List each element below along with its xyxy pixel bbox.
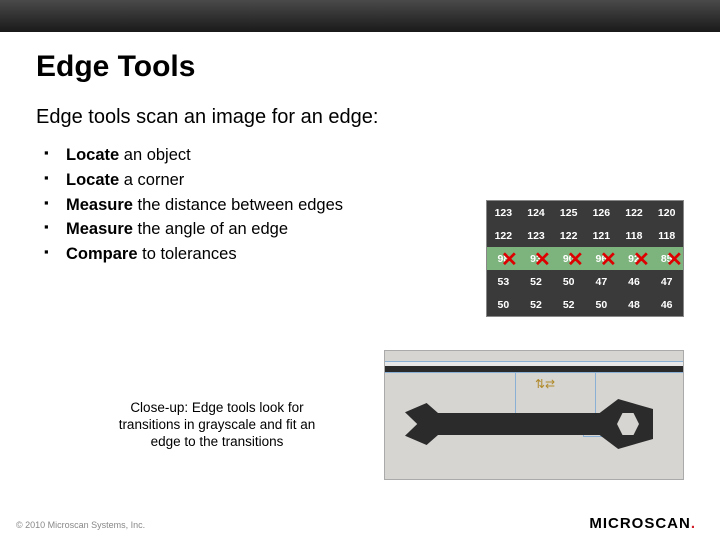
edge-scan-strip <box>385 361 683 373</box>
slide-body: Edge Tools Edge tools scan an image for … <box>0 32 720 540</box>
bullet-bold: Compare <box>66 245 138 263</box>
grid-cell: 121 <box>585 224 618 247</box>
grid-cell: 92 <box>618 247 651 270</box>
brand-dot: . <box>691 515 696 532</box>
bullet-rest: a corner <box>119 171 184 189</box>
grid-cell: 46 <box>618 270 651 293</box>
bullet-bold: Measure <box>66 196 133 214</box>
brand-logo: MICROSCAN. <box>589 515 696 532</box>
grid-cell: 52 <box>520 270 553 293</box>
grid-cell: 48 <box>618 293 651 316</box>
grid-cell: 85 <box>650 247 683 270</box>
wrench-image: ⇅⇄ <box>384 350 684 480</box>
grid-cell: 93 <box>520 247 553 270</box>
grid-cell: 122 <box>618 201 651 224</box>
slide-title: Edge Tools <box>36 50 684 84</box>
grid-cell: 124 <box>520 201 553 224</box>
grid-cell: 52 <box>552 293 585 316</box>
grid-cell: 118 <box>618 224 651 247</box>
grid-cell: 50 <box>487 293 520 316</box>
title-bar <box>0 0 720 32</box>
slide-subtitle: Edge tools scan an image for an edge: <box>36 106 684 129</box>
bullet-bold: Locate <box>66 171 119 189</box>
grid-cell: 96 <box>585 247 618 270</box>
grid-cell: 50 <box>552 270 585 293</box>
grid-cell: 52 <box>520 293 553 316</box>
bullet-rest: to tolerances <box>138 245 237 263</box>
grid-cell: 46 <box>650 293 683 316</box>
grid-cell: 90 <box>552 247 585 270</box>
grid-cell: 47 <box>650 270 683 293</box>
grid-cell: 125 <box>552 201 585 224</box>
bullet-rest: an object <box>119 146 191 164</box>
grid-cell: 50 <box>585 293 618 316</box>
grid-cell: 118 <box>650 224 683 247</box>
grid-cell: 120 <box>650 201 683 224</box>
grid-cell: 122 <box>487 224 520 247</box>
bullet-rest: the angle of an edge <box>133 220 288 238</box>
list-item: Locate a corner <box>44 168 684 193</box>
grid-cell: 123 <box>487 201 520 224</box>
closeup-caption: Close-up: Edge tools look for transition… <box>112 400 322 451</box>
bullet-rest: the distance between edges <box>133 196 343 214</box>
grid-cell: 53 <box>487 270 520 293</box>
grid-cell: 98 <box>487 247 520 270</box>
bullet-bold: Locate <box>66 146 119 164</box>
list-item: Locate an object <box>44 143 684 168</box>
pixel-value-grid: 123124125126122120 122123122121118118 98… <box>486 200 684 317</box>
grid-cell: 122 <box>552 224 585 247</box>
brand-text: MICROSCAN <box>589 515 691 532</box>
copyright-footer: © 2010 Microscan Systems, Inc. <box>16 520 145 530</box>
grid-cell: 123 <box>520 224 553 247</box>
grid-cell: 47 <box>585 270 618 293</box>
grid-cell: 126 <box>585 201 618 224</box>
bullet-bold: Measure <box>66 220 133 238</box>
direction-arrows-icon: ⇅⇄ <box>535 377 555 391</box>
